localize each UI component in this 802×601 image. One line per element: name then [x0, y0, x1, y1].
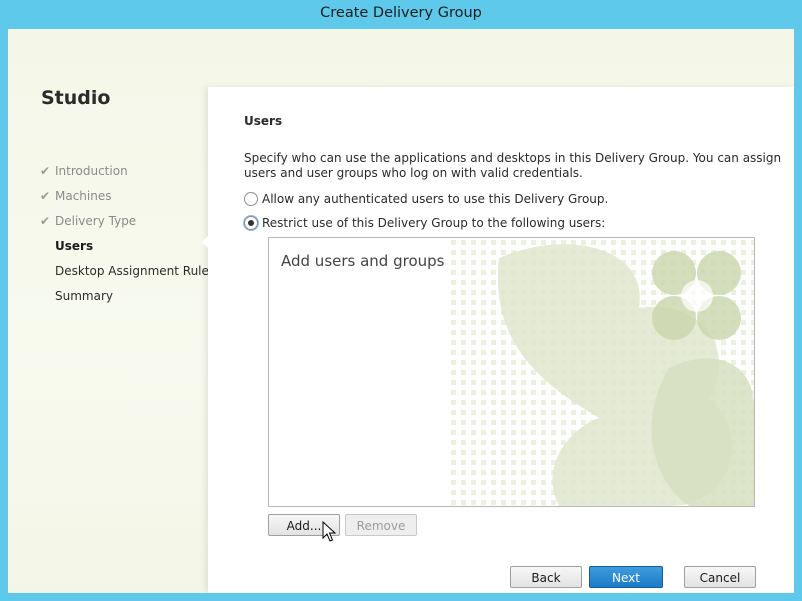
window-title-bar: Create Delivery Group: [0, 0, 802, 28]
radio-button-selected[interactable]: [244, 215, 258, 230]
checkmark-icon: ✔: [40, 189, 51, 203]
step-delivery-type: ✔ Delivery Type: [40, 214, 137, 228]
page-title: Users: [244, 114, 283, 128]
window-title: Create Delivery Group: [320, 5, 482, 21]
next-button[interactable]: Next: [589, 566, 663, 588]
step-desktop-assignment-rules: Desktop Assignment Rules: [55, 264, 216, 278]
checkmark-icon: ✔: [40, 214, 51, 228]
wizard-steps: ✔ Introduction ✔ Machines ✔ Delivery Typ…: [40, 162, 215, 312]
mouse-cursor-icon: [322, 521, 336, 542]
option-label: Restrict use of this Delivery Group to t…: [262, 216, 606, 230]
users-list-placeholder: Add users and groups: [281, 252, 445, 270]
option-restrict-users[interactable]: Restrict use of this Delivery Group to t…: [244, 215, 606, 232]
radio-button[interactable]: [244, 191, 258, 206]
wizard-content-panel: Users Specify who can use the applicatio…: [202, 87, 794, 593]
step-machines: ✔ Machines: [40, 189, 112, 203]
watermark-background: [449, 238, 754, 506]
checkmark-icon: ✔: [40, 164, 51, 178]
step-introduction: ✔ Introduction: [40, 164, 128, 178]
remove-button[interactable]: Remove: [345, 514, 417, 536]
wizard-sidebar: Studio ✔ Introduction ✔ Machines ✔ Deliv…: [8, 29, 215, 593]
studio-title: Studio: [41, 87, 111, 109]
page-description: Specify who can use the applications and…: [244, 151, 782, 180]
cancel-button[interactable]: Cancel: [684, 566, 756, 588]
option-label: Allow any authenticated users to use thi…: [262, 192, 609, 206]
step-users: Users: [55, 239, 94, 253]
users-list[interactable]: Add users and groups: [268, 237, 755, 507]
current-step-pointer: [202, 236, 208, 248]
wizard-window: Studio ✔ Introduction ✔ Machines ✔ Deliv…: [8, 29, 794, 593]
option-allow-any-users[interactable]: Allow any authenticated users to use thi…: [244, 191, 609, 208]
back-button[interactable]: Back: [510, 566, 582, 588]
step-summary: Summary: [55, 289, 113, 303]
